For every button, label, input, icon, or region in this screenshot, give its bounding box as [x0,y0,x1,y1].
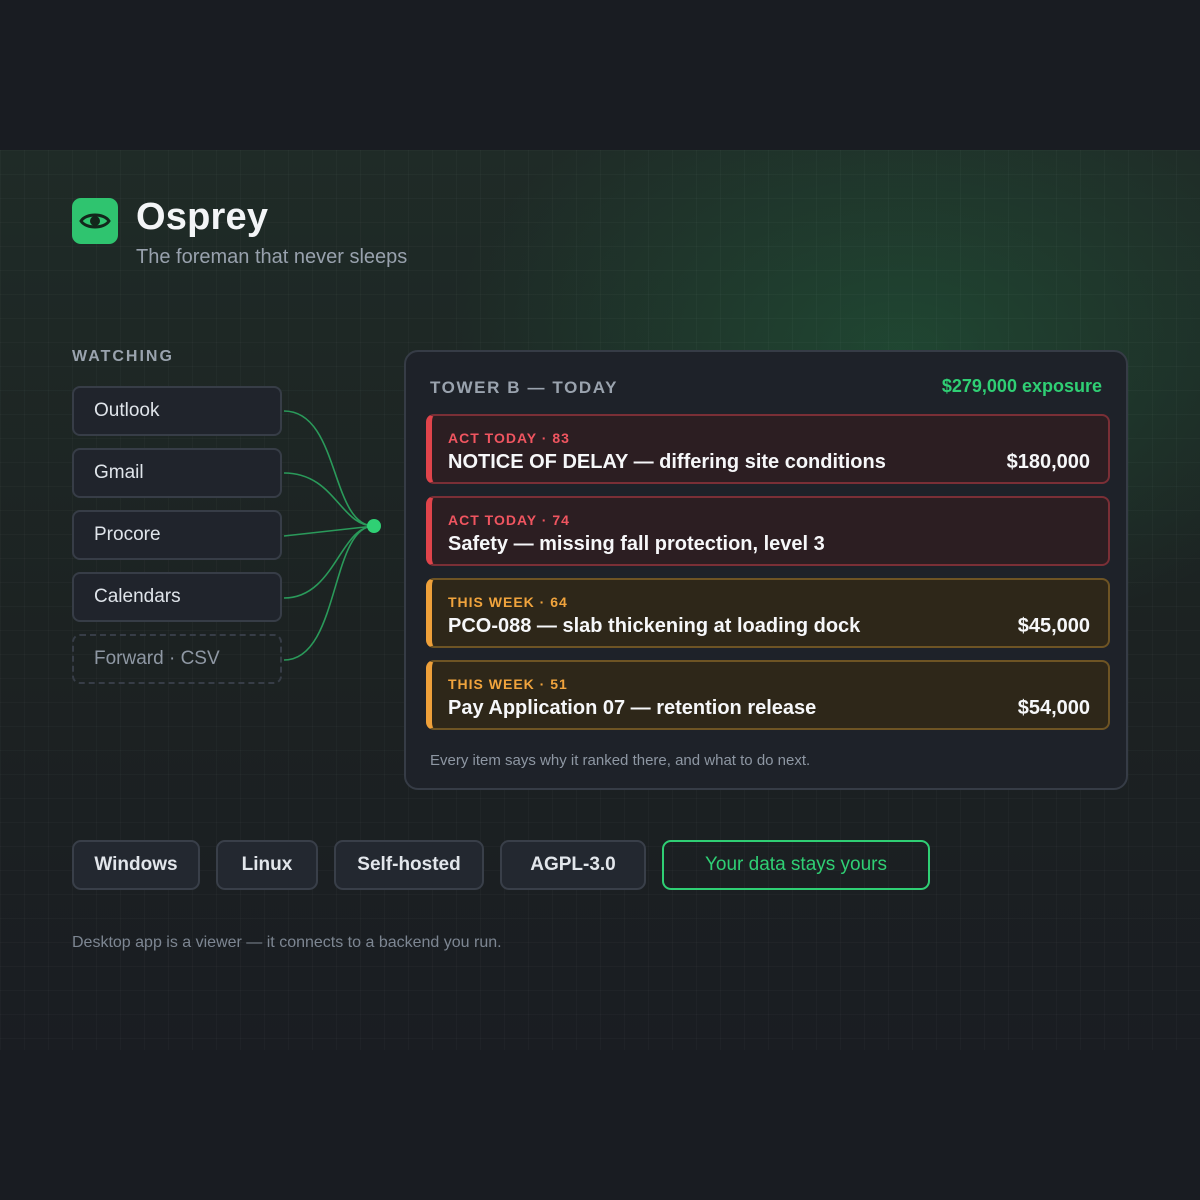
connector-forward [283,525,375,661]
item-tag: ACT TODAY · 74 [448,512,570,528]
priority-item[interactable]: THIS WEEK · 64 PCO-088 — slab thickening… [426,578,1110,648]
connector-calendars [283,525,375,599]
item-title: PCO-088 — slab thickening at loading doc… [448,615,861,637]
chip-data-privacy[interactable]: Your data stays yours [662,840,930,890]
priority-panel: TOWER B — TODAY $279,000 exposure ACT TO… [404,350,1128,790]
connector-gmail [283,472,375,527]
chip-agpl[interactable]: AGPL-3.0 [500,840,646,890]
panel-title: TOWER B — TODAY [430,378,619,397]
footnote: Desktop app is a viewer — it connects to… [72,934,502,951]
priority-item[interactable]: ACT TODAY · 74 Safety — missing fall pro… [426,496,1110,566]
chip-self-hosted[interactable]: Self-hosted [334,840,484,890]
chip-windows[interactable]: Windows [72,840,200,890]
item-amount: $54,000 [1017,697,1090,719]
item-title: NOTICE OF DELAY — differing site conditi… [448,451,886,473]
connector-outlook [283,410,375,527]
hub-dot [367,519,381,533]
priority-item[interactable]: THIS WEEK · 51 Pay Application 07 — rete… [426,660,1110,730]
item-amount: $45,000 [1017,615,1090,637]
item-title: Safety — missing fall protection, level … [448,533,825,555]
exposure-total: $279,000 exposure [941,376,1102,396]
item-tag: THIS WEEK · 51 [448,676,568,692]
priority-item[interactable]: ACT TODAY · 83 NOTICE OF DELAY — differi… [426,414,1110,484]
item-amount: $180,000 [1006,451,1090,473]
item-tag: THIS WEEK · 64 [448,594,568,610]
item-title: Pay Application 07 — retention release [448,697,817,719]
chip-linux[interactable]: Linux [216,840,318,890]
item-tag: ACT TODAY · 83 [448,430,570,446]
panel-footer: Every item says why it ranked there, and… [430,752,811,769]
